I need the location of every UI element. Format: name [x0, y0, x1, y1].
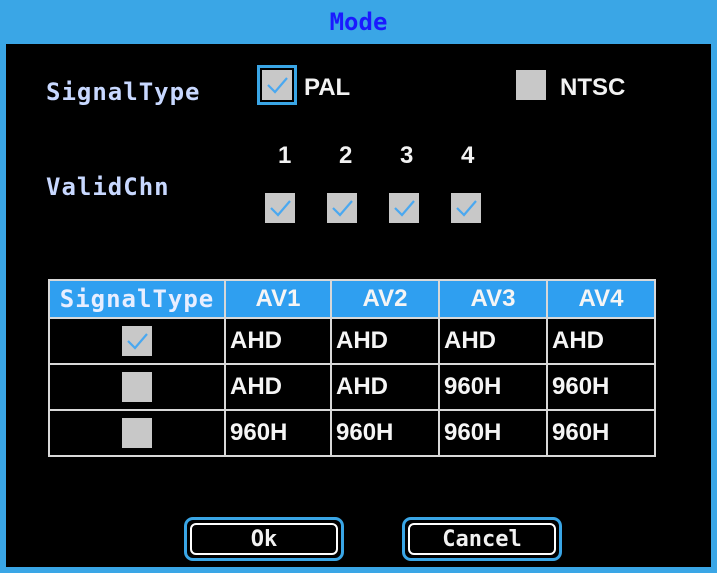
channel-number-1: 1	[278, 142, 292, 169]
row-1-av1[interactable]: AHD	[224, 317, 332, 365]
channel-number-4: 4	[461, 142, 475, 169]
checkmark-icon	[267, 77, 288, 94]
ntsc-checkbox[interactable]	[516, 70, 546, 100]
cancel-button[interactable]: Cancel	[402, 517, 562, 561]
row-3-checkbox[interactable]	[122, 418, 152, 448]
mode-dialog: Mode SignalType PAL NTSC ValidChn 1 2 3 …	[0, 0, 717, 573]
row-3-av2[interactable]: 960H	[330, 409, 440, 457]
signal-type-label: SignalType	[46, 78, 201, 106]
row-2-checkbox[interactable]	[122, 372, 152, 402]
channel-4-checkbox[interactable]	[451, 193, 481, 223]
ok-button-label: Ok	[190, 523, 338, 555]
pal-label: PAL	[304, 74, 351, 101]
table-header-av4: AV4	[546, 279, 656, 319]
row-1-av3[interactable]: AHD	[438, 317, 548, 365]
table-header-av3: AV3	[438, 279, 548, 319]
table-row: 960H 960H 960H 960H	[48, 409, 656, 457]
row-3-av4[interactable]: 960H	[546, 409, 656, 457]
channel-3-checkbox[interactable]	[389, 193, 419, 223]
ntsc-label: NTSC	[560, 74, 626, 101]
checkmark-icon	[270, 200, 291, 217]
row-1-checkbox[interactable]	[122, 326, 152, 356]
pal-checkbox[interactable]	[257, 65, 297, 105]
row-3-av1[interactable]: 960H	[224, 409, 332, 457]
checkmark-icon	[394, 200, 415, 217]
checkmark-icon	[456, 200, 477, 217]
channel-2-checkbox[interactable]	[327, 193, 357, 223]
row-2-av3[interactable]: 960H	[438, 363, 548, 411]
row-3-av3[interactable]: 960H	[438, 409, 548, 457]
checkmark-icon	[332, 200, 353, 217]
row-1-av4[interactable]: AHD	[546, 317, 656, 365]
dialog-title: Mode	[6, 0, 711, 44]
channel-number-3: 3	[400, 142, 414, 169]
row-2-av4[interactable]: 960H	[546, 363, 656, 411]
table-row: AHD AHD 960H 960H	[48, 363, 656, 411]
channel-number-2: 2	[339, 142, 353, 169]
valid-chn-label: ValidChn	[46, 173, 170, 201]
channel-1-checkbox[interactable]	[265, 193, 295, 223]
table-header-row: SignalType AV1 AV2 AV3 AV4	[48, 279, 656, 319]
ok-button[interactable]: Ok	[184, 517, 344, 561]
table-header-av1: AV1	[224, 279, 332, 319]
checkmark-icon	[127, 333, 148, 350]
cancel-button-label: Cancel	[408, 523, 556, 555]
signal-type-table: SignalType AV1 AV2 AV3 AV4 AHD AHD AHD A…	[48, 279, 656, 457]
table-header-av2: AV2	[330, 279, 440, 319]
row-1-av2[interactable]: AHD	[330, 317, 440, 365]
row-2-av2[interactable]: AHD	[330, 363, 440, 411]
table-row: AHD AHD AHD AHD	[48, 317, 656, 365]
row-2-av1[interactable]: AHD	[224, 363, 332, 411]
table-header-signaltype: SignalType	[48, 279, 226, 319]
